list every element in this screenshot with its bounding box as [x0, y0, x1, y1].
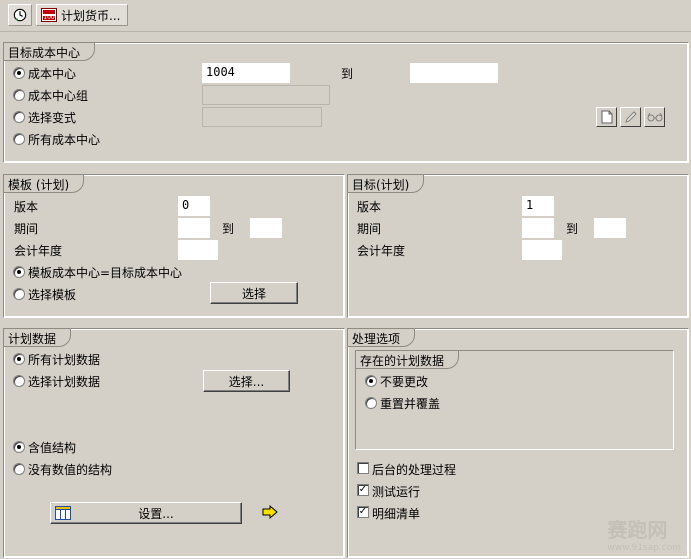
subgroup-title: 存在的计划数据 — [356, 351, 460, 369]
create-variant-button[interactable] — [596, 107, 617, 127]
table-settings-icon — [55, 506, 71, 520]
plan-currency-label: 计划货币... — [61, 8, 121, 23]
target-version-label: 版本 — [357, 200, 382, 214]
radio-no-change[interactable] — [365, 375, 377, 387]
radio-all-cost-centers[interactable] — [13, 133, 25, 145]
radio-reset-overwrite[interactable] — [365, 397, 377, 409]
selection-variant-label: 选择变式 — [28, 111, 77, 125]
cost-center-from-input[interactable]: 1004 — [202, 63, 290, 83]
target-fiscal-year-input[interactable] — [522, 240, 562, 260]
new-document-icon — [601, 110, 612, 124]
svg-text:100: 100 — [43, 14, 55, 21]
target-period-from-input[interactable] — [522, 218, 554, 238]
group-title: 目标(计划) — [348, 175, 425, 193]
template-period-to-input[interactable] — [250, 218, 282, 238]
radio-select-plan-data[interactable] — [13, 375, 25, 387]
test-run-label: 测试运行 — [372, 485, 421, 499]
detail-list-checkbox[interactable]: ✓ — [357, 506, 369, 518]
target-fiscal-year-label: 会计年度 — [357, 244, 406, 258]
template-period-from-input[interactable] — [178, 218, 210, 238]
with-values-label: 含值结构 — [28, 441, 77, 455]
to-label: 到 — [222, 222, 235, 236]
test-run-checkbox[interactable]: ✓ — [357, 484, 369, 496]
watermark-url: www.91sap.com — [607, 543, 681, 553]
group-title: 模板 (计划) — [4, 175, 85, 193]
background-checkbox[interactable] — [357, 462, 369, 474]
radio-selection-variant[interactable] — [13, 111, 25, 123]
watermark-text: 赛跑网 — [607, 518, 668, 542]
radio-template-eq-target[interactable] — [13, 266, 25, 278]
radio-cost-center-group[interactable] — [13, 89, 25, 101]
template-period-label: 期间 — [14, 222, 39, 236]
plan-data-select-button[interactable]: 选择... — [203, 370, 290, 392]
group-title: 计划数据 — [4, 329, 72, 347]
background-label: 后台的处理过程 — [372, 463, 457, 477]
navigate-arrow-icon[interactable] — [262, 504, 278, 522]
radio-with-values[interactable] — [13, 441, 25, 453]
currency-icon: 100 — [41, 8, 57, 22]
target-period-label: 期间 — [357, 222, 382, 236]
cost-center-group-input[interactable] — [202, 85, 330, 105]
radio-all-plan-data[interactable] — [13, 353, 25, 365]
target-cost-center-group: 目标成本中心 — [3, 42, 689, 163]
template-select-button[interactable]: 选择 — [210, 282, 298, 304]
cost-center-to-input[interactable] — [410, 63, 498, 83]
template-eq-target-label: 模板成本中心=目标成本中心 — [28, 266, 183, 280]
all-plan-data-label: 所有计划数据 — [28, 353, 101, 367]
group-title: 目标成本中心 — [4, 43, 96, 61]
plan-currency-button[interactable]: 100 计划货币... — [36, 4, 128, 26]
radio-without-values[interactable] — [13, 463, 25, 475]
watermark: 赛跑网 www.91sap.com — [607, 514, 681, 553]
without-values-label: 没有数值的结构 — [28, 463, 113, 477]
settings-button[interactable]: 设置... — [50, 502, 242, 524]
target-period-to-input[interactable] — [594, 218, 626, 238]
template-fiscal-year-input[interactable] — [178, 240, 218, 260]
execute-button[interactable] — [8, 4, 32, 26]
to-label: 到 — [341, 67, 354, 81]
detail-list-label: 明细清单 — [372, 507, 421, 521]
template-version-label: 版本 — [14, 200, 39, 214]
select-template-label: 选择模板 — [28, 288, 77, 302]
target-version-input[interactable]: 1 — [522, 196, 554, 216]
cost-center-label: 成本中心 — [28, 67, 77, 81]
selection-variant-input[interactable] — [202, 107, 322, 127]
no-change-label: 不要更改 — [380, 375, 429, 389]
cost-center-group-label: 成本中心组 — [28, 89, 89, 103]
glasses-icon — [647, 112, 662, 122]
radio-select-template[interactable] — [13, 288, 25, 300]
select-plan-data-label: 选择计划数据 — [28, 375, 101, 389]
template-fiscal-year-label: 会计年度 — [14, 244, 63, 258]
pencil-icon — [624, 111, 637, 123]
reset-overwrite-label: 重置并覆盖 — [380, 397, 441, 411]
application-toolbar: 100 计划货币... — [0, 0, 691, 32]
radio-cost-center[interactable] — [13, 67, 25, 79]
settings-label: 设置... — [138, 506, 174, 521]
change-variant-button[interactable] — [620, 107, 641, 127]
all-cost-centers-label: 所有成本中心 — [28, 133, 101, 147]
to-label: 到 — [566, 222, 579, 236]
template-version-input[interactable]: 0 — [178, 196, 210, 216]
group-title: 处理选项 — [348, 329, 416, 347]
display-variant-button[interactable] — [644, 107, 665, 127]
clock-execute-icon — [13, 8, 27, 22]
